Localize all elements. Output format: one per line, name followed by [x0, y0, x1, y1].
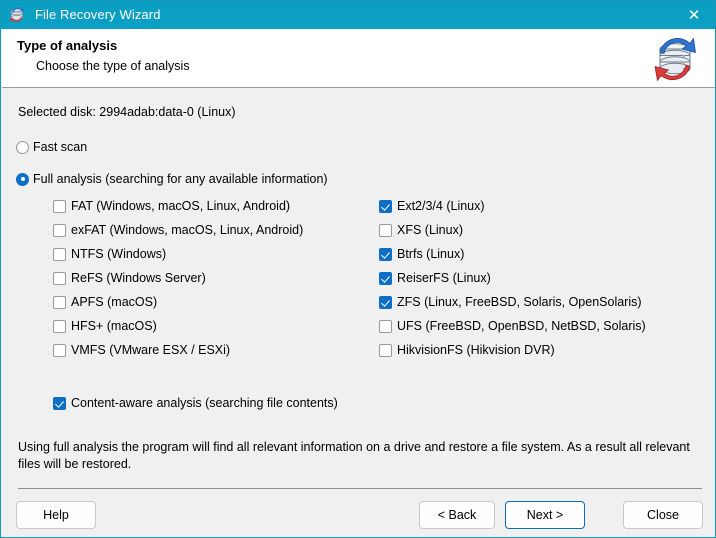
analysis-description: Using full analysis the program will fin… — [18, 440, 690, 471]
checkbox-exfat[interactable]: exFAT (Windows, macOS, Linux, Android) — [53, 223, 303, 237]
checkbox-indicator — [53, 199, 66, 213]
checkbox-indicator — [379, 247, 392, 261]
checkbox-label: APFS (macOS) — [71, 295, 158, 309]
checkbox-indicator — [53, 223, 66, 237]
checkbox-label: VMFS (VMware ESX / ESXi) — [71, 343, 231, 357]
checkbox-label: Ext2/3/4 (Linux) — [397, 199, 485, 213]
checkbox-content-aware-analysis[interactable]: Content-aware analysis (searching file c… — [53, 396, 338, 410]
next-button[interactable]: Next > — [505, 501, 585, 529]
checkbox-label: exFAT (Windows, macOS, Linux, Android) — [71, 223, 304, 237]
checkbox-zfs[interactable]: ZFS (Linux, FreeBSD, Solaris, OpenSolari… — [379, 295, 642, 309]
checkbox-ufs[interactable]: UFS (FreeBSD, OpenBSD, NetBSD, Solaris) — [379, 319, 646, 333]
checkbox-label: HikvisionFS (Hikvision DVR) — [397, 343, 555, 357]
help-button[interactable]: Help — [16, 501, 96, 529]
checkbox-refs[interactable]: ReFS (Windows Server) — [53, 271, 206, 285]
back-button[interactable]: < Back — [419, 501, 495, 529]
checkbox-apfs[interactable]: APFS (macOS) — [53, 295, 157, 309]
checkbox-indicator — [53, 396, 66, 410]
checkbox-label: ReFS (Windows Server) — [71, 271, 206, 285]
checkbox-indicator — [379, 199, 392, 213]
checkbox-label: Content-aware analysis (searching file c… — [71, 396, 338, 410]
checkbox-indicator — [53, 247, 66, 261]
radio-full-analysis[interactable]: Full analysis (searching for any availab… — [16, 172, 328, 186]
window-title: File Recovery Wizard — [35, 7, 161, 22]
checkbox-vmfs[interactable]: VMFS (VMware ESX / ESXi) — [53, 343, 230, 357]
radio-label: Full analysis (searching for any availab… — [33, 172, 328, 186]
checkbox-label: XFS (Linux) — [397, 223, 463, 237]
title-bar: File Recovery Wizard ✕ — [1, 1, 715, 29]
checkbox-label: ReiserFS (Linux) — [397, 271, 491, 285]
checkbox-indicator — [379, 271, 392, 285]
checkbox-label: FAT (Windows, macOS, Linux, Android) — [71, 199, 291, 213]
checkbox-indicator — [53, 319, 66, 333]
checkbox-xfs[interactable]: XFS (Linux) — [379, 223, 463, 237]
app-icon — [8, 6, 26, 24]
checkbox-indicator — [379, 319, 392, 333]
radio-label: Fast scan — [33, 140, 88, 154]
checkbox-hikvisionfs[interactable]: HikvisionFS (Hikvision DVR) — [379, 343, 555, 357]
disk-stack-arrows-icon — [648, 33, 702, 85]
file-recovery-wizard-window: File Recovery Wizard ✕ Type of analysis … — [0, 0, 716, 538]
footer-divider — [18, 488, 702, 489]
page-title: Type of analysis — [17, 38, 118, 53]
checkbox-label: ZFS (Linux, FreeBSD, Solaris, OpenSolari… — [397, 295, 642, 309]
radio-indicator — [16, 172, 29, 186]
checkbox-indicator — [53, 271, 66, 285]
radio-indicator — [16, 140, 29, 154]
checkbox-ntfs[interactable]: NTFS (Windows) — [53, 247, 166, 261]
selected-disk-label: Selected disk: 2994adab:data-0 (Linux) — [18, 105, 236, 119]
checkbox-label: NTFS (Windows) — [71, 247, 167, 261]
checkbox-reiserfs[interactable]: ReiserFS (Linux) — [379, 271, 491, 285]
checkbox-btrfs[interactable]: Btrfs (Linux) — [379, 247, 464, 261]
checkbox-hfsplus[interactable]: HFS+ (macOS) — [53, 319, 157, 333]
checkbox-indicator — [379, 343, 392, 357]
checkbox-indicator — [53, 343, 66, 357]
page-subtitle: Choose the type of analysis — [36, 59, 190, 73]
checkbox-indicator — [379, 223, 392, 237]
wizard-header: Type of analysis Choose the type of anal… — [2, 29, 715, 88]
checkbox-indicator — [379, 295, 392, 309]
checkbox-indicator — [53, 295, 66, 309]
radio-fast-scan[interactable]: Fast scan — [16, 140, 87, 154]
checkbox-ext234[interactable]: Ext2/3/4 (Linux) — [379, 199, 485, 213]
checkbox-label: Btrfs (Linux) — [397, 247, 465, 261]
close-icon[interactable]: ✕ — [671, 1, 715, 29]
wizard-content: Selected disk: 2994adab:data-0 (Linux) F… — [2, 89, 715, 537]
close-button[interactable]: Close — [623, 501, 703, 529]
checkbox-label: HFS+ (macOS) — [71, 319, 157, 333]
checkbox-fat[interactable]: FAT (Windows, macOS, Linux, Android) — [53, 199, 290, 213]
checkbox-label: UFS (FreeBSD, OpenBSD, NetBSD, Solaris) — [397, 319, 646, 333]
